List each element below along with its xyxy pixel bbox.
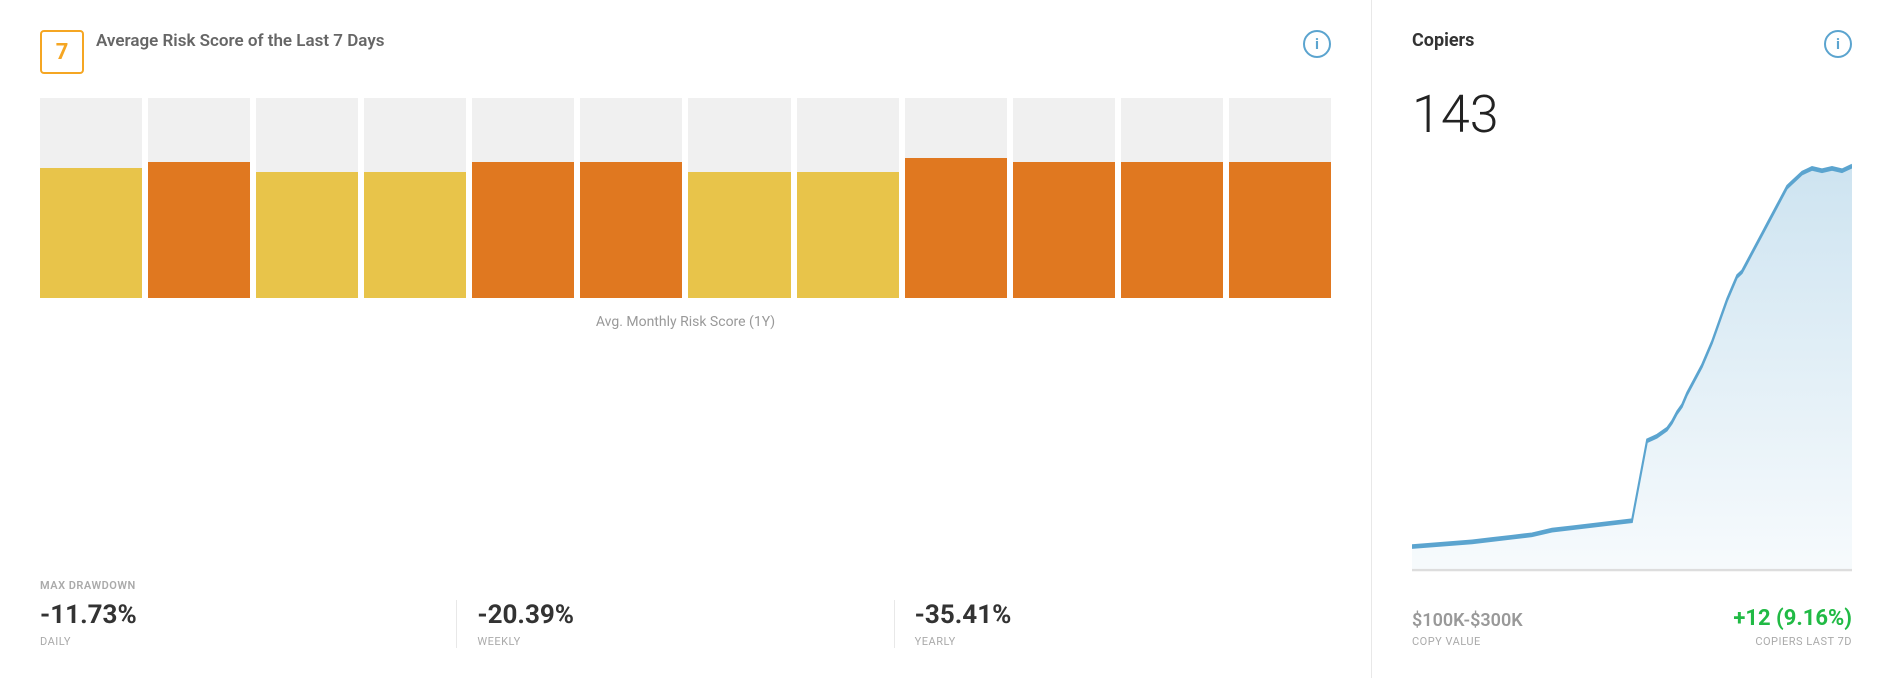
change-value: +12 (9.16%) <box>1733 606 1852 631</box>
stat-item: -20.39% WEEKLY <box>477 600 894 648</box>
bar-group <box>1229 98 1331 298</box>
right-panel: Copiers i 143 $100K-$300K COPY VALUE +12 <box>1372 0 1892 678</box>
bar-group <box>256 98 358 298</box>
stats-label: MAX DRAWDOWN <box>40 579 1331 592</box>
right-info-icon[interactable]: i <box>1824 30 1852 58</box>
chart-area: Avg. Monthly Risk Score (1Y) <box>40 98 1331 555</box>
stat-item: -11.73% DAILY <box>40 600 457 648</box>
copy-value-label: COPY VALUE <box>1412 635 1523 648</box>
stat-value: -35.41% <box>915 600 1311 631</box>
bar-group <box>797 98 899 298</box>
chart-label: Avg. Monthly Risk Score (1Y) <box>40 314 1331 330</box>
score-badge: 7 <box>40 30 84 74</box>
stats-section: MAX DRAWDOWN -11.73% DAILY -20.39% WEEKLY -3… <box>40 579 1331 648</box>
bar-group <box>148 98 250 298</box>
stats-row: -11.73% DAILY -20.39% WEEKLY -35.41% YEARLY <box>40 600 1331 648</box>
stat-unit: WEEKLY <box>477 635 873 648</box>
right-panel-header: Copiers i <box>1412 30 1852 58</box>
bottom-stats: $100K-$300K COPY VALUE +12 (9.16%) COPIE… <box>1412 606 1852 648</box>
bar-group <box>580 98 682 298</box>
bar-chart <box>40 98 1331 298</box>
copiers-change-section: +12 (9.16%) COPIERS LAST 7D <box>1733 606 1852 648</box>
bar-group <box>472 98 574 298</box>
title-area: 7 Average Risk Score of the Last 7 Days <box>40 30 385 74</box>
copiers-title: Copiers <box>1412 30 1474 51</box>
stat-unit: DAILY <box>40 635 436 648</box>
panel-title: Average Risk Score of the Last 7 Days <box>96 30 385 54</box>
stat-unit: YEARLY <box>915 635 1311 648</box>
bar-group <box>1013 98 1115 298</box>
bar-group <box>1121 98 1223 298</box>
bar-group <box>905 98 1007 298</box>
stat-value: -11.73% <box>40 600 436 631</box>
panel-header: 7 Average Risk Score of the Last 7 Days … <box>40 30 1331 74</box>
sparkline-chart <box>1412 159 1852 582</box>
copy-value-section: $100K-$300K COPY VALUE <box>1412 610 1523 648</box>
copiers-count: 143 <box>1412 86 1852 143</box>
info-icon[interactable]: i <box>1303 30 1331 58</box>
bar-group <box>688 98 790 298</box>
change-label: COPIERS LAST 7D <box>1733 635 1852 648</box>
stat-value: -20.39% <box>477 600 873 631</box>
bar-group <box>364 98 466 298</box>
copy-value: $100K-$300K <box>1412 610 1523 631</box>
bar-group <box>40 98 142 298</box>
stat-item: -35.41% YEARLY <box>915 600 1331 648</box>
left-panel: 7 Average Risk Score of the Last 7 Days … <box>0 0 1372 678</box>
